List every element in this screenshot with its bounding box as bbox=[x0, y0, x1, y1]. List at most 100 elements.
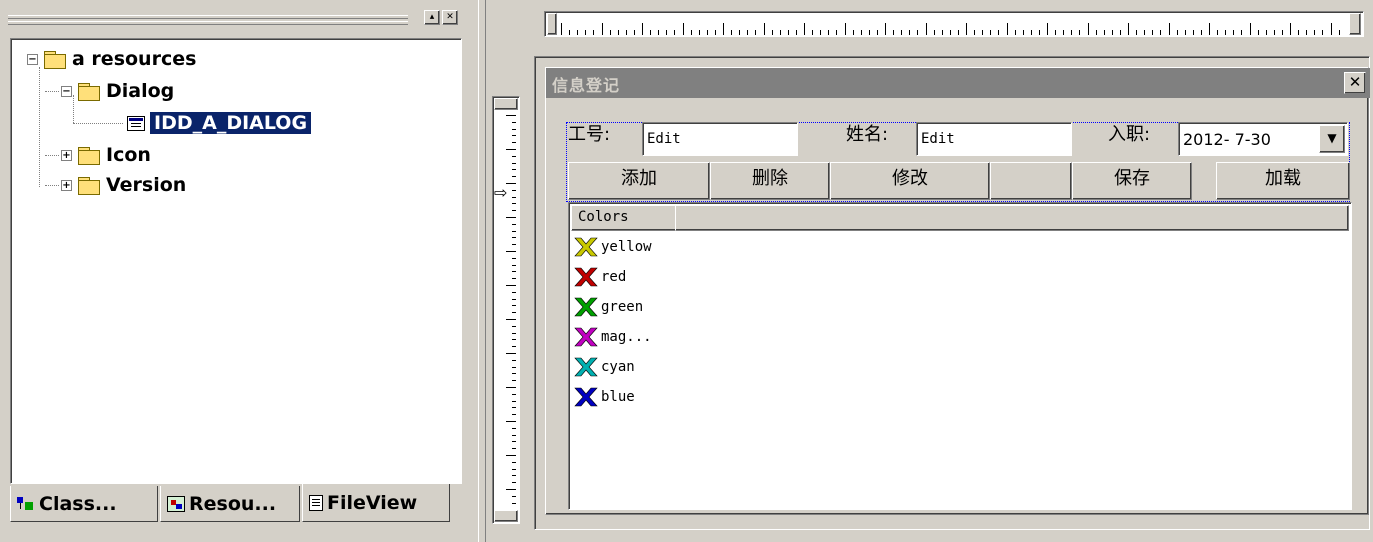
ruler-tick bbox=[512, 427, 516, 429]
tab-class-view[interactable]: Class... bbox=[10, 486, 158, 522]
modify-button[interactable]: 修改 bbox=[830, 162, 990, 200]
ruler-tick bbox=[1290, 23, 1291, 35]
ruler-tick bbox=[1322, 30, 1324, 35]
ruler-tick bbox=[1217, 30, 1219, 35]
ruler-tick bbox=[714, 30, 716, 35]
ruler-tick bbox=[755, 30, 757, 35]
list-item[interactable]: cyan bbox=[573, 353, 635, 381]
ruler-tick bbox=[506, 183, 516, 184]
horizontal-ruler[interactable] bbox=[544, 11, 1364, 37]
ruler-tick bbox=[577, 30, 579, 35]
tree-line bbox=[45, 185, 59, 186]
ruler-tick bbox=[506, 455, 516, 456]
tree-node-icon[interactable]: + Icon bbox=[61, 143, 151, 167]
pane-minimize-button[interactable]: ▴ bbox=[424, 10, 440, 25]
name-input[interactable]: Edit bbox=[916, 122, 1072, 156]
ruler-tick bbox=[512, 346, 516, 348]
ruler-tick bbox=[609, 30, 611, 35]
tab-file-view[interactable]: FileView bbox=[302, 484, 450, 522]
ruler-tick bbox=[512, 332, 516, 334]
ruler-tick bbox=[512, 305, 516, 307]
tree-node-label: Dialog bbox=[106, 80, 175, 102]
ruler-tick bbox=[512, 407, 516, 409]
ruler-tick bbox=[512, 359, 516, 361]
collapse-icon[interactable]: − bbox=[27, 53, 38, 65]
ruler-tick bbox=[933, 30, 935, 35]
tree-node-root[interactable]: − a resources bbox=[27, 47, 196, 71]
ruler-tick bbox=[512, 230, 516, 232]
tree-node-dialog[interactable]: − Dialog bbox=[61, 79, 174, 103]
hire-date-value: 2012- 7-30 bbox=[1183, 130, 1271, 149]
tree-node-version[interactable]: + Version bbox=[61, 173, 186, 197]
save-button[interactable]: 保存 bbox=[1072, 162, 1192, 200]
ruler-tick bbox=[690, 30, 692, 35]
tab-label: Class... bbox=[39, 492, 117, 515]
list-item[interactable]: yellow bbox=[573, 233, 652, 261]
ruler-tick bbox=[650, 30, 652, 35]
expand-icon[interactable]: + bbox=[61, 149, 72, 161]
ruler-tick bbox=[593, 30, 595, 35]
ruler-ticks bbox=[493, 97, 519, 523]
ruler-tick bbox=[512, 203, 516, 205]
pane-grip-2[interactable] bbox=[8, 21, 408, 25]
ruler-tick bbox=[512, 223, 516, 225]
ruler-tick bbox=[990, 30, 992, 35]
pane-close-button[interactable]: ✕ bbox=[442, 10, 458, 25]
resource-tree[interactable]: − a resources − Dialog IDD_A_DIALOG + Ic… bbox=[10, 38, 462, 484]
tree-node-label: IDD_A_DIALOG bbox=[148, 111, 313, 135]
color-swatch-icon bbox=[573, 325, 599, 349]
color-swatch-icon bbox=[573, 355, 599, 379]
tree-node-idd-a-dialog[interactable]: IDD_A_DIALOG bbox=[127, 111, 313, 135]
ruler-tick bbox=[1273, 30, 1275, 35]
ruler-tick bbox=[1071, 30, 1073, 35]
ruler-tick bbox=[512, 278, 516, 280]
pane-grip[interactable] bbox=[8, 15, 408, 19]
ruler-tick bbox=[512, 400, 516, 402]
list-item[interactable]: green bbox=[573, 293, 643, 321]
list-item-label: yellow bbox=[601, 239, 652, 255]
list-item[interactable]: mag... bbox=[573, 323, 652, 351]
ruler-tick bbox=[763, 23, 765, 35]
dialog-window[interactable]: 信息登记 ✕ 工号: Edit 姓名: Edit 入职: 2012- 7-30 … bbox=[545, 67, 1370, 515]
ruler-tick bbox=[506, 421, 516, 422]
close-button[interactable]: ✕ bbox=[1344, 72, 1366, 94]
color-swatch-icon bbox=[573, 235, 599, 259]
expand-icon[interactable]: + bbox=[61, 179, 72, 191]
ruler-ticks bbox=[545, 12, 1365, 36]
emp-no-input[interactable]: Edit bbox=[642, 122, 798, 156]
vertical-ruler[interactable]: ⇨ bbox=[492, 96, 520, 524]
color-swatch-icon bbox=[573, 265, 599, 289]
load-button[interactable]: 加载 bbox=[1216, 162, 1350, 200]
add-button[interactable]: 添加 bbox=[568, 162, 710, 200]
ruler-tick bbox=[1047, 23, 1048, 35]
list-item[interactable]: blue bbox=[573, 383, 635, 411]
ruler-tick bbox=[512, 142, 516, 144]
color-swatch-icon bbox=[573, 295, 599, 319]
tree-line bbox=[73, 123, 123, 124]
colors-listview[interactable]: Colors yellow red green mag... cyan blue bbox=[568, 202, 1352, 510]
ruler-tick bbox=[512, 271, 516, 273]
ruler-tick bbox=[512, 162, 516, 164]
tree-node-label: a resources bbox=[72, 48, 197, 70]
ruler-tick bbox=[852, 30, 854, 35]
ruler-tick bbox=[506, 353, 516, 354]
list-item[interactable]: red bbox=[573, 263, 626, 291]
delete-button[interactable]: 删除 bbox=[710, 162, 830, 200]
ruler-tick bbox=[925, 23, 927, 35]
pane-splitter[interactable] bbox=[478, 0, 486, 542]
ruler-tick bbox=[642, 23, 643, 35]
ruler-tick bbox=[1298, 30, 1300, 35]
ruler-tick bbox=[512, 135, 516, 137]
dropdown-arrow-icon[interactable]: ▼ bbox=[1319, 125, 1345, 153]
hire-date-picker[interactable]: 2012- 7-30 ▼ bbox=[1178, 122, 1348, 156]
ruler-tick bbox=[601, 23, 603, 35]
tab-resource-view[interactable]: Resou... bbox=[160, 486, 300, 522]
dialog-titlebar[interactable]: 信息登记 ✕ bbox=[546, 68, 1370, 98]
tree-line bbox=[45, 155, 59, 156]
ruler-tick bbox=[1176, 30, 1178, 35]
ruler-tick bbox=[1184, 30, 1186, 35]
collapse-icon[interactable]: − bbox=[61, 85, 72, 97]
ruler-tick bbox=[1257, 30, 1259, 35]
spacer-button[interactable] bbox=[990, 162, 1072, 200]
column-header-colors[interactable]: Colors bbox=[571, 205, 683, 231]
